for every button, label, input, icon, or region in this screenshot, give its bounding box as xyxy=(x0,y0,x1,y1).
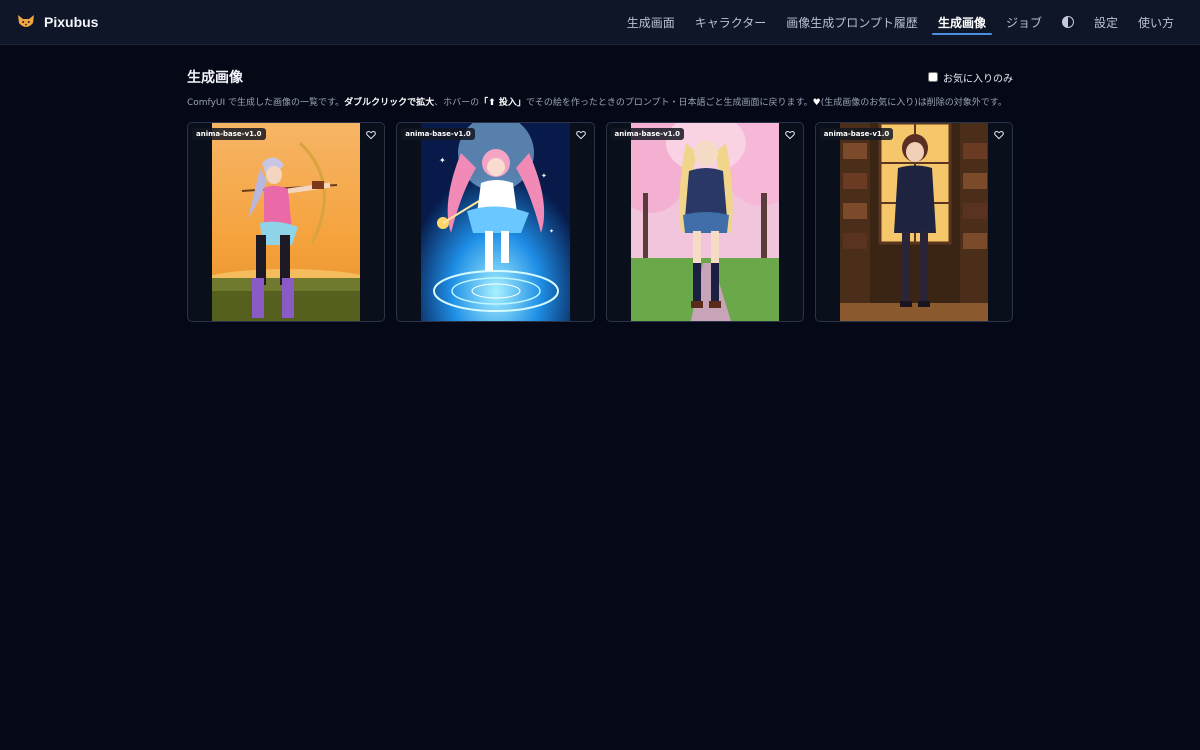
image-thumbnail[interactable] xyxy=(630,123,779,321)
image-thumbnail[interactable] xyxy=(839,123,988,321)
svg-text:✦: ✦ xyxy=(541,172,547,180)
image-card[interactable]: anima-base-v1.0 xyxy=(396,122,595,322)
image-card[interactable]: anima-base-v1.0 xyxy=(814,122,1013,322)
page-description: ComfyUI で生成した画像の一覧です。ダブルクリックで拡大、ホバーの「⬆ 投… xyxy=(187,97,1013,109)
image-grid: anima-base-v1.0 anima-base-v1.0 ✦ ✦ ✦ an… xyxy=(187,122,1013,322)
model-badge: anima-base-v1.0 xyxy=(401,128,475,140)
model-badge: anima-base-v1.0 xyxy=(192,128,266,140)
heart-icon: ♥ xyxy=(812,98,821,108)
description-text: 、ホバーの xyxy=(434,98,480,108)
description-emphasis: ダブルクリックで拡大 xyxy=(344,98,435,108)
nav-characters[interactable]: キャラクター xyxy=(685,0,777,45)
top-bar: Pixubus 生成画面 キャラクター 画像生成プロンプト履歴 生成画像 ジョブ… xyxy=(0,0,1200,45)
favorite-heart-icon[interactable] xyxy=(364,128,378,142)
favorites-filter[interactable]: お気に入りのみ xyxy=(928,70,1013,85)
image-thumbnail[interactable] xyxy=(212,123,361,321)
fox-icon xyxy=(16,12,36,32)
nav-settings[interactable]: 設定 xyxy=(1084,0,1128,45)
page-title: 生成画像 xyxy=(187,70,243,86)
image-thumbnail[interactable]: ✦ ✦ ✦ xyxy=(421,123,570,321)
model-badge: anima-base-v1.0 xyxy=(819,128,894,140)
image-card[interactable]: anima-base-v1.0 xyxy=(187,122,386,322)
nav-generated-images[interactable]: 生成画像 xyxy=(928,0,996,45)
brand[interactable]: Pixubus xyxy=(16,12,98,32)
nav-generate[interactable]: 生成画面 xyxy=(617,0,685,45)
description-text: ComfyUI で生成した画像の一覧です。 xyxy=(187,98,345,108)
favorites-filter-label: お気に入りのみ xyxy=(943,73,1013,85)
description-text: でその絵を作ったときのプロンプト・日本語ごと生成画面に戻ります。 xyxy=(525,98,813,108)
nav-prompt-history[interactable]: 画像生成プロンプト履歴 xyxy=(776,0,928,45)
nav-help[interactable]: 使い方 xyxy=(1128,0,1184,45)
app-name: Pixubus xyxy=(44,14,99,30)
favorite-heart-icon[interactable] xyxy=(783,128,797,142)
image-card[interactable]: anima-base-v1.0 xyxy=(605,122,804,322)
favorite-heart-icon[interactable] xyxy=(992,128,1006,142)
half-circle-icon xyxy=(1061,16,1074,28)
svg-text:✦: ✦ xyxy=(439,156,446,165)
favorite-heart-icon[interactable] xyxy=(574,128,588,142)
title-row: 生成画像 お気に入りのみ xyxy=(187,67,1013,87)
theme-toggle[interactable] xyxy=(1052,0,1084,45)
favorites-checkbox[interactable] xyxy=(928,72,938,82)
main-content: 生成画像 お気に入りのみ ComfyUI で生成した画像の一覧です。ダブルクリッ… xyxy=(187,45,1013,322)
svg-text:✦: ✦ xyxy=(549,228,554,235)
main-nav: 生成画面 キャラクター 画像生成プロンプト履歴 生成画像 ジョブ 設定 使い方 xyxy=(617,0,1184,45)
description-text: (生成画像のお気に入り)は削除の対象外です。 xyxy=(820,98,1007,108)
description-emphasis: 「⬆ 投入」 xyxy=(479,98,526,108)
model-badge: anima-base-v1.0 xyxy=(610,128,685,140)
nav-jobs[interactable]: ジョブ xyxy=(996,0,1052,45)
